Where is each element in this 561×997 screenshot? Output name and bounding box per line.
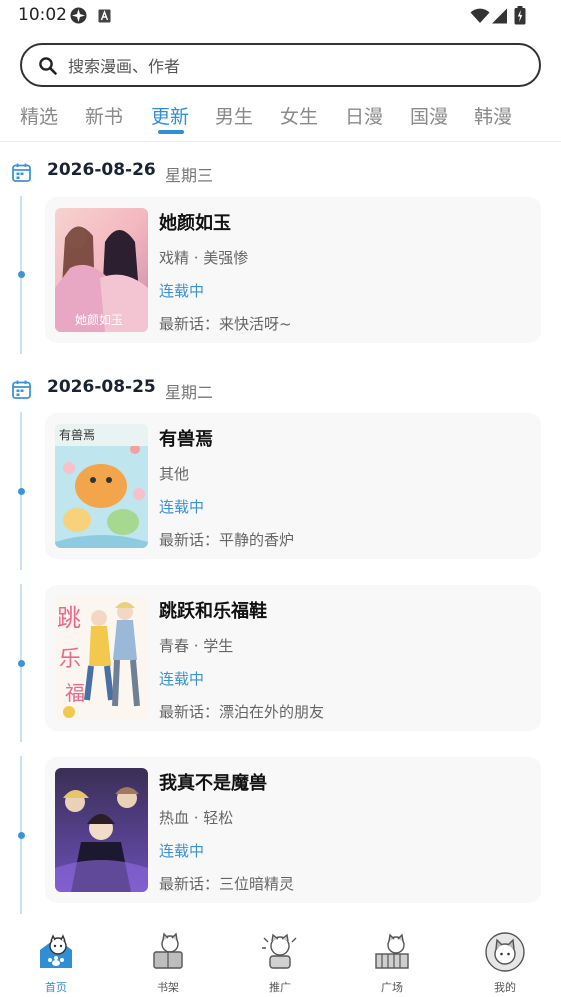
svg-text:跳: 跳 [57, 604, 81, 632]
nav-profile-label: 我的 [494, 981, 516, 994]
date-header: 2026-08-25 星期二 [0, 376, 561, 406]
nav-promote-label: 推广 [269, 981, 291, 994]
timeline-dot [18, 488, 25, 495]
comic-title: 我真不是魔兽 [159, 773, 267, 794]
search-icon [38, 56, 58, 76]
comic-status: 连载中 [159, 670, 205, 688]
comic-latest-chapter: 最新话：平静的香炉 [159, 531, 295, 549]
timeline-dot [18, 660, 25, 667]
tab-updates[interactable]: 更新 [151, 102, 189, 129]
comic-tags: 戏精 · 美强惨 [159, 249, 249, 267]
notification-icon [98, 8, 111, 27]
nav-plaza[interactable]: 广场 [352, 928, 432, 994]
comic-tags: 青春 · 学生 [159, 637, 234, 655]
nav-home[interactable]: 首页 [16, 928, 96, 994]
comic-cover [55, 768, 148, 892]
battery-icon [514, 6, 526, 29]
update-date: 2026-08-25 [47, 377, 156, 397]
comic-tags: 其他 [159, 465, 190, 483]
svg-text:乐: 乐 [59, 647, 81, 672]
comic-title: 跳跃和乐福鞋 [159, 601, 267, 622]
promote-icon [260, 932, 300, 972]
nav-bookshelf-label: 书架 [157, 981, 179, 994]
comic-latest-chapter: 最新话：漂泊在外的朋友 [159, 703, 325, 721]
comic-cover: 跳 乐 福 [55, 596, 148, 720]
date-header: 2026-08-26 星期三 [0, 159, 561, 189]
timeline-dot [18, 271, 25, 278]
tab-japanese-manga[interactable]: 日漫 [345, 102, 383, 129]
home-icon [36, 932, 76, 972]
timeline-dot [18, 832, 25, 839]
nav-promote[interactable]: 推广 [240, 928, 320, 994]
update-weekday: 星期三 [165, 166, 214, 185]
tab-male[interactable]: 男生 [215, 102, 253, 129]
tab-new-books[interactable]: 新书 [85, 102, 123, 129]
update-weekday: 星期二 [165, 383, 214, 402]
comic-cover: 她颜如玉 [55, 208, 148, 332]
svg-text:有兽焉: 有兽焉 [59, 428, 95, 442]
comic-card[interactable]: 她颜如玉 她颜如玉 戏精 · 美强惨 连载中 最新话：来快活呀~ [45, 197, 541, 343]
nav-plaza-label: 广场 [381, 981, 403, 994]
tab-chinese-manhua[interactable]: 国漫 [410, 102, 448, 129]
comic-latest-chapter: 最新话：三位暗精灵 [159, 875, 295, 893]
comic-card[interactable]: 我真不是魔兽 热血 · 轻松 连载中 最新话：三位暗精灵 [45, 757, 541, 903]
tab-female[interactable]: 女生 [280, 102, 318, 129]
signal-icon [490, 8, 508, 28]
plaza-icon [372, 932, 412, 972]
comic-status: 连载中 [159, 282, 205, 300]
comic-cover: 有兽焉 [55, 424, 148, 548]
active-tab-indicator [158, 130, 184, 134]
bookshelf-icon [148, 932, 188, 972]
nav-home-label: 首页 [45, 981, 67, 994]
comic-title: 她颜如玉 [159, 213, 231, 234]
data-saver-icon [70, 7, 87, 28]
comic-status: 连载中 [159, 498, 205, 516]
comic-status: 连载中 [159, 842, 205, 860]
svg-text:福: 福 [65, 681, 85, 705]
profile-icon [485, 932, 525, 972]
nav-profile[interactable]: 我的 [465, 928, 545, 994]
comic-card[interactable]: 有兽焉 有兽焉 其他 连载中 最新话：平静的香炉 [45, 413, 541, 559]
comic-tags: 热血 · 轻松 [159, 809, 234, 827]
comic-latest-chapter: 最新话：来快活呀~ [159, 315, 292, 333]
nav-bookshelf[interactable]: 书架 [128, 928, 208, 994]
calendar-icon [12, 163, 31, 182]
search-input[interactable] [68, 54, 508, 78]
status-bar: 10:02 [0, 0, 561, 32]
tab-korean-manhwa[interactable]: 韩漫 [474, 102, 512, 129]
tab-featured[interactable]: 精选 [20, 102, 58, 129]
update-date: 2026-08-26 [47, 160, 156, 180]
wifi-icon [470, 8, 490, 28]
calendar-icon [12, 380, 31, 399]
svg-text:她颜如玉: 她颜如玉 [75, 312, 123, 327]
status-time: 10:02 [18, 5, 67, 25]
search-bar[interactable] [20, 43, 541, 87]
bottom-navigation: 首页 书架 推广 广场 我的 [0, 918, 561, 997]
category-tabs: 精选 新书 更新 男生 女生 日漫 国漫 韩漫 [0, 100, 561, 142]
comic-card[interactable]: 跳 乐 福 跳跃和乐福鞋 青春 · 学生 连载中 最新话：漂泊在外的朋友 [45, 585, 541, 731]
comic-title: 有兽焉 [159, 429, 213, 450]
